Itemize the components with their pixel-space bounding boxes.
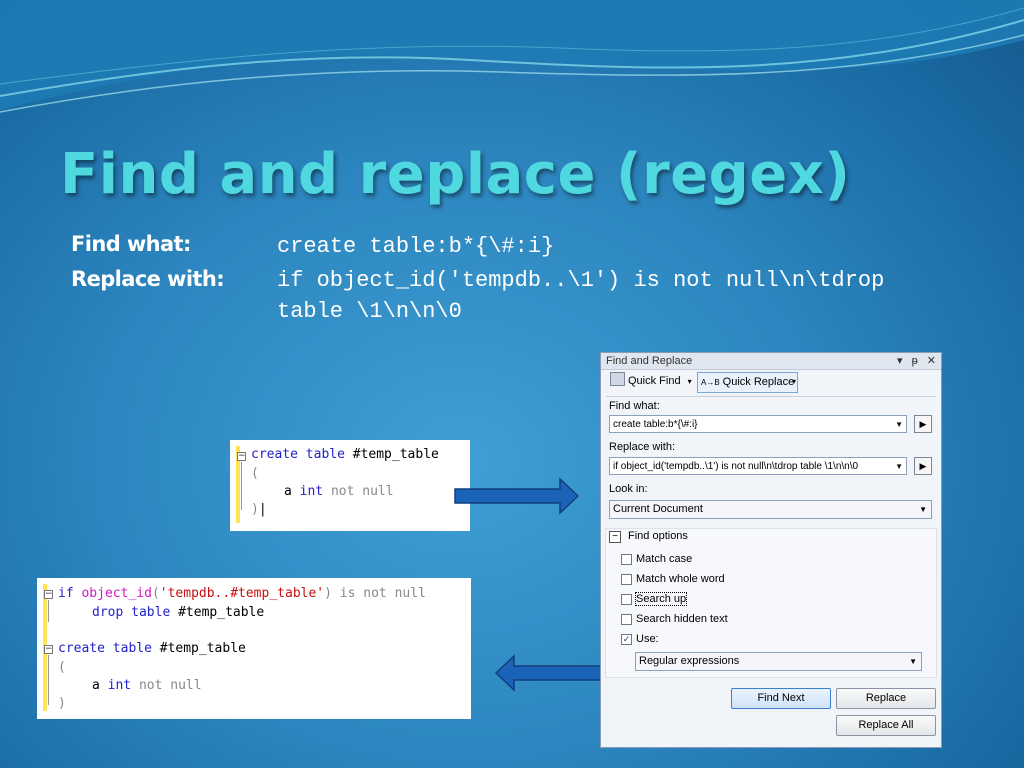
code-line: (: [58, 660, 66, 675]
find-what-label: Find what:: [71, 232, 191, 256]
code-line: create table #temp_table: [58, 641, 246, 656]
search-hidden-text-label: Search hidden text: [636, 613, 728, 625]
find-next-button[interactable]: Find Next: [731, 688, 831, 709]
search-up-label: Search up: [634, 592, 688, 606]
collapse-icon: −: [44, 589, 53, 599]
replace-with-label: Replace with:: [609, 441, 676, 453]
find-what-value: create table:b*{\#:i}: [277, 234, 555, 259]
chevron-down-icon: ▼: [909, 657, 917, 666]
match-case-label: Match case: [636, 553, 693, 565]
chevron-down-icon: ▼: [919, 505, 927, 514]
code-line: ): [58, 696, 66, 711]
header-wave-decoration: [0, 0, 1024, 113]
code-line: if object_id('tempdb..#temp_table') is n…: [58, 586, 426, 601]
replace-button[interactable]: Replace: [836, 688, 936, 709]
code-line: )|: [251, 502, 267, 517]
code-snippet-after: − if object_id('tempdb..#temp_table') is…: [37, 578, 471, 719]
look-in-select[interactable]: Current Document ▼: [609, 500, 932, 519]
find-replace-dialog: Find and Replace ▾ ᵽ ✕ Quick Find ▾ A→B Q…: [600, 352, 942, 748]
find-options-label: Find options: [628, 530, 688, 542]
collapse-options-icon[interactable]: −: [609, 531, 621, 543]
binoculars-icon: [610, 372, 625, 386]
quick-replace-button[interactable]: A→B Quick Replace: [697, 372, 799, 393]
replace-options-button[interactable]: ▶: [914, 457, 932, 475]
replace-with-value-line1: if object_id('tempdb..\1') is not null\n…: [277, 268, 885, 293]
match-case-checkbox[interactable]: [621, 554, 632, 565]
chevron-down-icon[interactable]: ▾: [688, 377, 692, 386]
find-options-button[interactable]: ▶: [914, 415, 932, 433]
code-line: a int not null: [284, 484, 394, 499]
chevron-down-icon[interactable]: ▼: [895, 458, 903, 474]
dialog-title: Find and Replace: [606, 355, 693, 367]
replace-all-button[interactable]: Replace All: [836, 715, 936, 736]
code-line: drop table #temp_table: [92, 605, 265, 620]
quick-find-button[interactable]: Quick Find ▾: [607, 372, 695, 391]
look-in-label: Look in:: [609, 483, 648, 495]
collapse-icon: −: [237, 451, 246, 461]
code-line: create table #temp_table: [251, 447, 439, 462]
match-whole-word-checkbox[interactable]: [621, 574, 632, 585]
replace-with-input[interactable]: if object_id('tempdb..\1') is not null\n…: [609, 457, 907, 475]
search-up-checkbox[interactable]: [621, 594, 632, 605]
chevron-down-icon[interactable]: ▾: [789, 372, 799, 391]
fold-guide-line: [48, 655, 49, 705]
collapse-icon: −: [44, 644, 53, 654]
fold-guide-line: [48, 600, 49, 622]
fold-guide-line: [241, 462, 242, 510]
use-checkbox[interactable]: ✓: [621, 634, 632, 645]
slide-title: Find and replace (regex): [60, 142, 851, 207]
find-what-label: Find what:: [609, 400, 660, 412]
replace-icon: A→B: [701, 378, 720, 387]
dialog-toolbar: Quick Find ▾ A→B Quick Replace ▾: [605, 371, 935, 393]
search-hidden-text-checkbox[interactable]: [621, 614, 632, 625]
dialog-title-bar: Find and Replace ▾ ᵽ ✕: [601, 353, 941, 370]
toolbar-divider: [606, 396, 936, 397]
code-snippet-before: − create table #temp_table ( a int not n…: [230, 440, 470, 531]
use-label: Use:: [636, 633, 659, 645]
dropdown-icon[interactable]: ▾: [897, 355, 903, 367]
arrow-right-icon: [454, 477, 580, 515]
match-whole-word-label: Match whole word: [636, 573, 725, 585]
use-type-select[interactable]: Regular expressions ▼: [635, 652, 922, 671]
find-what-input[interactable]: create table:b*{\#:i} ▼: [609, 415, 907, 433]
code-line: a int not null: [92, 678, 202, 693]
replace-with-value-line2: table \1\n\n\0: [277, 299, 462, 324]
replace-with-label: Replace with:: [71, 267, 225, 291]
code-line: (: [251, 466, 259, 481]
pin-icon[interactable]: ᵽ: [912, 355, 918, 367]
close-icon[interactable]: ✕: [927, 355, 936, 367]
chevron-down-icon[interactable]: ▼: [895, 416, 903, 432]
